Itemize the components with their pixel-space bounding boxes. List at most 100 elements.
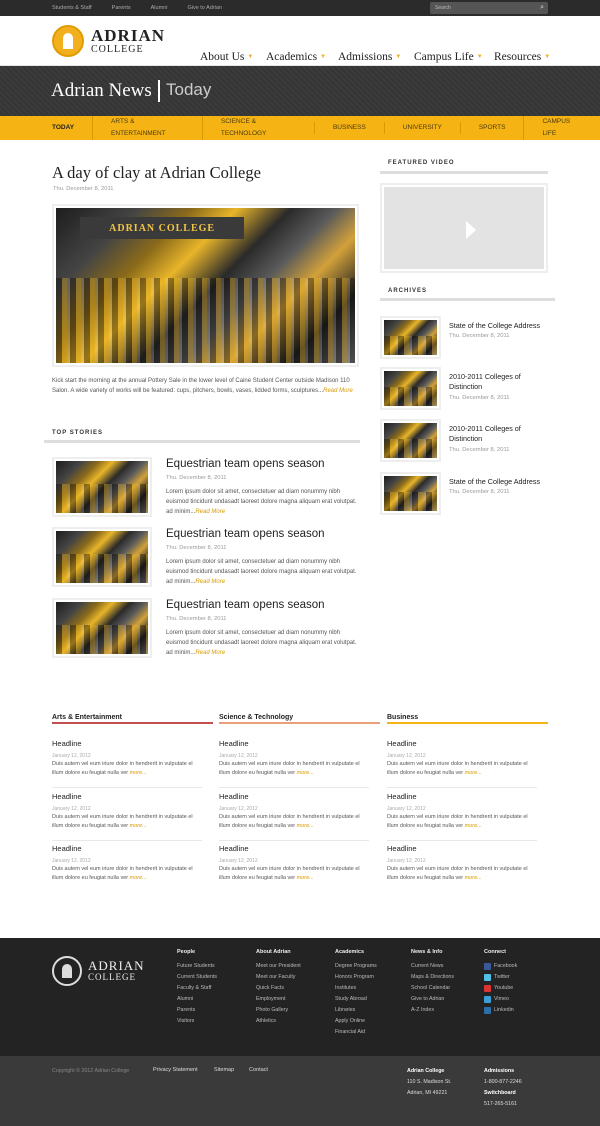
- college-seal-logo[interactable]: [52, 25, 84, 57]
- social-link-vimeo[interactable]: Vimeo: [484, 994, 517, 1005]
- privacy-statement-link[interactable]: Privacy Statement: [153, 1067, 198, 1073]
- footer-link[interactable]: Parents: [177, 1005, 217, 1016]
- archive-title[interactable]: 2010-2011 Colleges of Distinction: [449, 424, 549, 444]
- column-heading[interactable]: Arts & Entertainment: [52, 714, 122, 721]
- nav-academics[interactable]: Academics ▼: [266, 51, 338, 63]
- utility-link-alumni[interactable]: Alumni: [151, 0, 168, 16]
- admissions-phone[interactable]: 1-800-877-2246: [484, 1079, 522, 1085]
- read-more-link[interactable]: Read More: [195, 650, 225, 656]
- sitemap-link[interactable]: Sitemap: [214, 1067, 234, 1073]
- feature-article-title[interactable]: A day of clay at Adrian College: [52, 163, 261, 183]
- column-heading[interactable]: Science & Technology: [219, 714, 293, 721]
- footer-link[interactable]: Institutes: [335, 983, 377, 994]
- footer-link[interactable]: Maps & Directions: [411, 972, 454, 983]
- category-sports[interactable]: Sports: [459, 122, 524, 134]
- utility-link-students-staff[interactable]: Students & Staff: [52, 0, 92, 16]
- footer-link[interactable]: Give to Adrian: [411, 994, 454, 1005]
- category-campus-life[interactable]: Campus Life: [523, 116, 600, 140]
- archive-photo: [384, 423, 437, 458]
- footer-link[interactable]: Financial Aid: [335, 1027, 377, 1038]
- social-link-facebook[interactable]: Facebook: [484, 961, 517, 972]
- logo-wordmark[interactable]: ADRIAN COLLEGE: [91, 27, 165, 55]
- entry-headline[interactable]: Headline: [52, 844, 82, 853]
- column-heading[interactable]: Business: [387, 714, 418, 721]
- story-thumbnail[interactable]: [52, 457, 152, 517]
- more-link[interactable]: more...: [130, 770, 147, 776]
- footer-seal-logo[interactable]: [52, 956, 82, 986]
- category-university[interactable]: University: [383, 122, 460, 134]
- archive-title[interactable]: State of the College Address: [449, 477, 549, 487]
- story-title[interactable]: Equestrian team opens season: [166, 458, 325, 470]
- search-input[interactable]: Search ⌕: [430, 2, 548, 14]
- footer-link[interactable]: Current News: [411, 961, 454, 972]
- footer-link[interactable]: Degree Programs: [335, 961, 377, 972]
- footer-link[interactable]: Meet our President: [256, 961, 301, 972]
- footer-link[interactable]: Current Students: [177, 972, 217, 983]
- entry-headline[interactable]: Headline: [387, 739, 417, 748]
- category-science[interactable]: Science & Technology: [201, 116, 314, 140]
- entry-headline[interactable]: Headline: [219, 739, 249, 748]
- more-link[interactable]: more...: [465, 770, 482, 776]
- nav-campus-life[interactable]: Campus Life ▼: [414, 51, 494, 63]
- footer-link[interactable]: Visitors: [177, 1016, 217, 1027]
- contact-link[interactable]: Contact: [249, 1067, 268, 1073]
- more-link[interactable]: more...: [297, 770, 314, 776]
- feature-article-image[interactable]: ADRIAN COLLEGE: [52, 204, 359, 367]
- more-link[interactable]: more...: [297, 875, 314, 881]
- read-more-link[interactable]: Read More: [323, 388, 353, 394]
- more-link[interactable]: more...: [297, 823, 314, 829]
- archive-title[interactable]: State of the College Address: [449, 321, 549, 331]
- archive-thumbnail[interactable]: [380, 367, 441, 410]
- footer-link[interactable]: Quick Facts: [256, 983, 301, 994]
- entry-headline[interactable]: Headline: [52, 792, 82, 801]
- utility-link-parents[interactable]: Parents: [112, 0, 131, 16]
- utility-link-give[interactable]: Give to Adrian: [187, 0, 222, 16]
- footer-link[interactable]: Honors Program: [335, 972, 377, 983]
- entry-headline[interactable]: Headline: [52, 739, 82, 748]
- story-title[interactable]: Equestrian team opens season: [166, 528, 325, 540]
- more-link[interactable]: more...: [465, 823, 482, 829]
- footer-link[interactable]: Study Abroad: [335, 994, 377, 1005]
- archive-thumbnail[interactable]: [380, 316, 441, 359]
- category-arts[interactable]: Arts & Entertainment: [92, 116, 202, 140]
- footer-link[interactable]: School Calendar: [411, 983, 454, 994]
- footer-link[interactable]: Athletics: [256, 1016, 301, 1027]
- category-today[interactable]: Today: [52, 122, 92, 134]
- archive-title[interactable]: 2010-2011 Colleges of Distinction: [449, 372, 549, 392]
- play-icon[interactable]: [466, 221, 476, 239]
- nav-resources[interactable]: Resources ▼: [494, 51, 554, 63]
- read-more-link[interactable]: Read More: [195, 509, 225, 515]
- story-title[interactable]: Equestrian team opens season: [166, 599, 325, 611]
- story-thumbnail[interactable]: [52, 527, 152, 587]
- entry-headline[interactable]: Headline: [219, 792, 249, 801]
- entry-headline[interactable]: Headline: [219, 844, 249, 853]
- more-link[interactable]: more...: [130, 875, 147, 881]
- story-thumbnail[interactable]: [52, 598, 152, 658]
- footer-link[interactable]: Photo Gallery: [256, 1005, 301, 1016]
- entry-headline[interactable]: Headline: [387, 792, 417, 801]
- footer-link[interactable]: Meet our Faculty: [256, 972, 301, 983]
- more-link[interactable]: more...: [130, 823, 147, 829]
- search-icon[interactable]: ⌕: [540, 2, 544, 14]
- social-link-twitter[interactable]: Twitter: [484, 972, 517, 983]
- footer-wordmark[interactable]: ADRIAN COLLEGE: [88, 959, 145, 982]
- footer-link[interactable]: Apply Online: [335, 1016, 377, 1027]
- nav-about-us[interactable]: About Us ▼: [200, 51, 266, 63]
- social-link-linkedin[interactable]: Linkedin: [484, 1005, 517, 1016]
- footer-link[interactable]: Alumni: [177, 994, 217, 1005]
- archive-thumbnail[interactable]: [380, 419, 441, 462]
- archive-thumbnail[interactable]: [380, 472, 441, 515]
- nav-admissions[interactable]: Admissions ▼: [338, 51, 414, 63]
- more-link[interactable]: more...: [465, 875, 482, 881]
- entry-headline[interactable]: Headline: [387, 844, 417, 853]
- social-link-youtube[interactable]: Youtube: [484, 983, 517, 994]
- read-more-link[interactable]: Read More: [195, 579, 225, 585]
- featured-video-player[interactable]: [380, 183, 548, 273]
- category-business[interactable]: Business: [313, 122, 384, 134]
- footer-link[interactable]: Faculty & Staff: [177, 983, 217, 994]
- footer-link[interactable]: Employment: [256, 994, 301, 1005]
- switchboard-phone[interactable]: 517-265-5161: [484, 1101, 517, 1107]
- footer-link[interactable]: Libraries: [335, 1005, 377, 1016]
- footer-link[interactable]: A-Z Index: [411, 1005, 454, 1016]
- footer-link[interactable]: Future Students: [177, 961, 217, 972]
